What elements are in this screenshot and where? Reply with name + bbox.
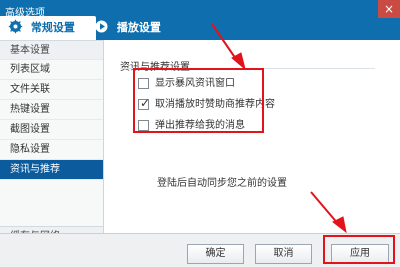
sidebar-item-file-association[interactable]: 文件关联 <box>0 80 103 100</box>
sidebar-item-news-recommendations[interactable]: 资讯与推荐 <box>0 160 103 180</box>
play-settings-icon <box>94 19 109 34</box>
sidebar-item-list-area[interactable]: 列表区域 <box>0 60 103 80</box>
sidebar-item-screenshot-settings[interactable]: 截图设置 <box>0 120 103 140</box>
advanced-options-window: 高级选项 × 常规设置 播放设置 基本设置 列表区域 文件关联 热键设置 截图设… <box>0 0 400 267</box>
cancel-button[interactable]: 取消 <box>255 244 312 264</box>
tab-general-settings[interactable]: 常规设置 <box>0 16 96 40</box>
close-button[interactable]: × <box>378 0 400 18</box>
sidebar-item-hotkey-settings[interactable]: 热键设置 <box>0 100 103 120</box>
sidebar-item-basic-settings[interactable]: 基本设置 <box>0 40 103 60</box>
ok-button[interactable]: 确定 <box>187 244 244 264</box>
apply-highlight-box <box>323 235 395 264</box>
tab-playback-settings[interactable]: 播放设置 <box>86 16 192 40</box>
gear-icon <box>8 19 23 34</box>
sidebar-item-privacy-settings[interactable]: 隐私设置 <box>0 140 103 160</box>
titlebar: 高级选项 × 常规设置 播放设置 <box>0 0 400 40</box>
options-highlight-box <box>133 68 264 133</box>
tab-playback-label: 播放设置 <box>116 21 161 34</box>
sync-notice: 登陆后自动同步您之前的设置 <box>157 178 287 189</box>
tab-general-label: 常规设置 <box>30 21 75 34</box>
